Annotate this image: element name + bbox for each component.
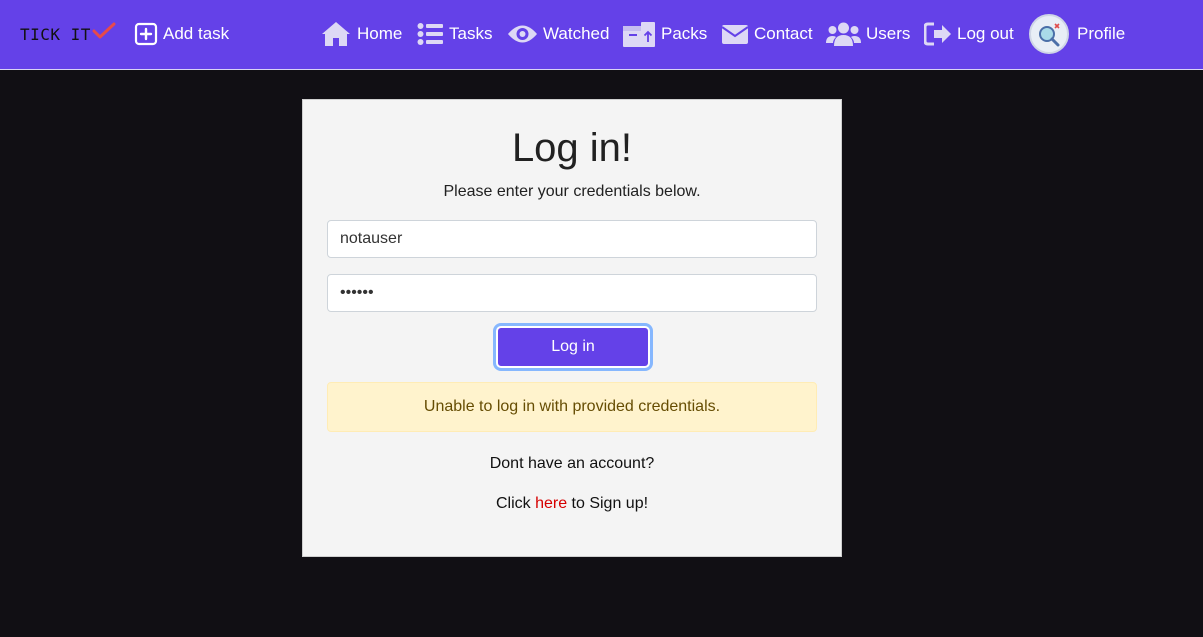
username-input[interactable] (327, 220, 817, 258)
signup-prompt: Click here to Sign up! (303, 495, 841, 513)
brand-name: TICK IT (20, 24, 91, 44)
signup-link[interactable]: here (535, 495, 567, 512)
users-icon (826, 21, 861, 47)
navbar: TICK IT Add task Home Tasks Watched Pack… (0, 0, 1203, 70)
nav-contact[interactable]: Contact (721, 0, 813, 68)
home-icon (320, 20, 352, 48)
boxes-icon (622, 20, 656, 48)
login-card: Log in! Please enter your credentials be… (302, 99, 842, 557)
magnifier-avatar-icon (1039, 23, 1060, 47)
list-icon (417, 22, 444, 46)
nav-add-task[interactable]: Add task (134, 0, 229, 68)
login-subtitle: Please enter your credentials below. (443, 183, 701, 200)
no-account-text: Dont have an account? (489, 455, 655, 472)
nav-watched[interactable]: Watched (507, 0, 609, 68)
nav-users[interactable]: Users (826, 0, 910, 68)
login-button[interactable]: Log in (496, 326, 650, 368)
brand-logo[interactable]: TICK IT (20, 22, 116, 46)
nav-home[interactable]: Home (320, 0, 402, 68)
page-title: Log in! (511, 126, 633, 170)
nav-profile[interactable]: Profile (1029, 0, 1125, 68)
checkmark-icon (92, 22, 116, 39)
nav-tasks[interactable]: Tasks (417, 0, 492, 68)
nav-watched-label: Watched (543, 24, 610, 43)
plus-square-icon (134, 22, 158, 46)
nav-tasks-label: Tasks (449, 24, 493, 43)
nav-logout[interactable]: Log out (924, 0, 1014, 68)
envelope-icon (721, 24, 749, 45)
signup-suffix: to Sign up! (567, 495, 649, 512)
nav-profile-label: Profile (1077, 24, 1126, 43)
nav-contact-label: Contact (754, 24, 813, 43)
password-input[interactable] (327, 274, 817, 312)
avatar (1029, 14, 1069, 54)
nav-packs[interactable]: Packs (622, 0, 707, 68)
nav-logout-label: Log out (957, 24, 1014, 43)
nav-add-task-label: Add task (163, 24, 230, 43)
nav-packs-label: Packs (661, 24, 708, 43)
sign-out-icon (924, 22, 952, 46)
error-alert: Unable to log in with provided credentia… (327, 382, 817, 432)
nav-home-label: Home (357, 24, 403, 43)
eye-icon (507, 23, 538, 45)
nav-users-label: Users (866, 24, 911, 43)
error-message: Unable to log in with provided credentia… (423, 398, 721, 415)
signup-prefix: Click (495, 495, 536, 512)
